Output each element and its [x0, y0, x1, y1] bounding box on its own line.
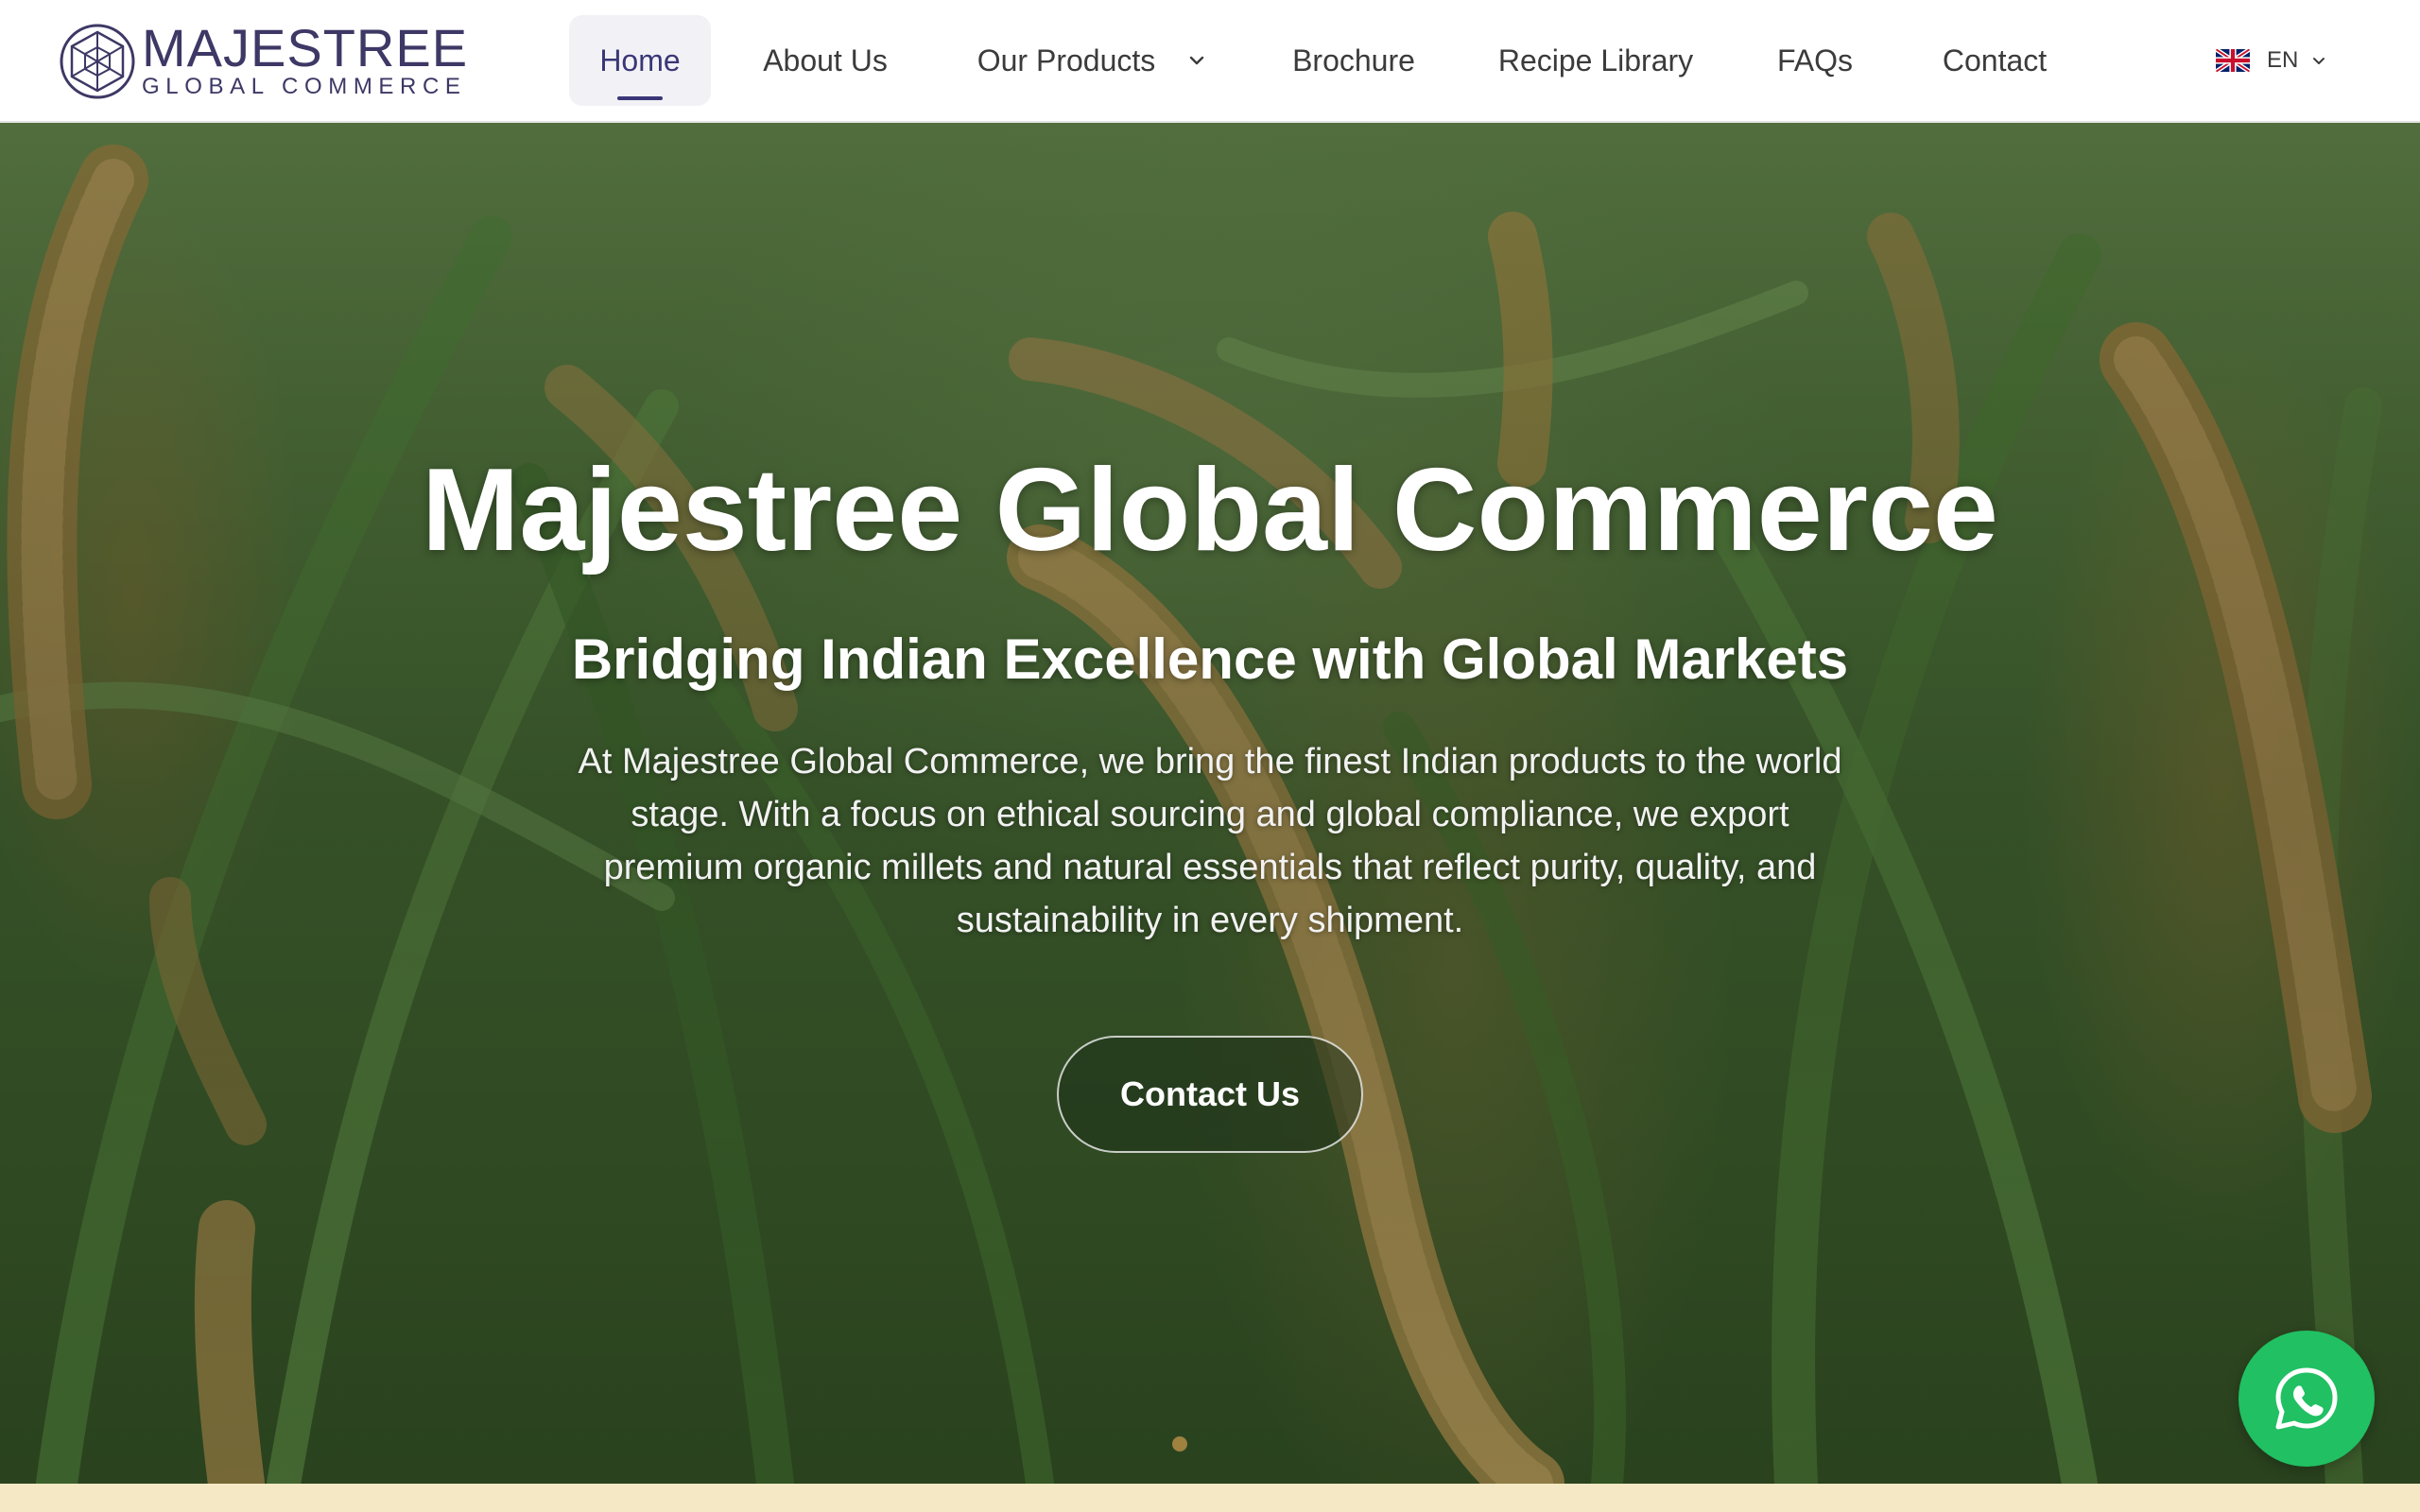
nav-item-label: Recipe Library [1497, 43, 1694, 77]
nav-item-label: Contact [1942, 43, 2048, 77]
language-selector[interactable]: EN [2216, 43, 2326, 77]
nav-item-label: Brochure [1292, 43, 1415, 77]
next-section-strip [0, 1484, 2420, 1512]
site-header: MAJESTREE GLOBAL COMMERCE Home About Us … [0, 0, 2420, 123]
carousel-dot[interactable] [1172, 1436, 1187, 1452]
hexagon-cube-logo-icon [60, 24, 135, 99]
language-code: EN [2267, 47, 2299, 73]
nav-item-contact[interactable]: Contact [1928, 15, 2061, 106]
brand-name: MAJESTREE [142, 18, 469, 77]
uk-flag-icon [2216, 48, 2250, 73]
nav-item-label: FAQs [1776, 43, 1853, 77]
hero-title: Majestree Global Commerce [422, 445, 1998, 576]
hero-section: Majestree Global Commerce Bridging India… [0, 123, 2420, 1484]
nav-item-about-us[interactable]: About Us [747, 15, 904, 106]
contact-us-button[interactable]: Contact Us [1057, 1036, 1363, 1153]
nav-item-label: Home [599, 43, 681, 77]
active-indicator [617, 96, 663, 100]
nav-item-recipe-library[interactable]: Recipe Library [1484, 15, 1707, 106]
nav-item-faqs[interactable]: FAQs [1766, 15, 1864, 106]
chevron-down-icon [1190, 56, 1204, 65]
nav-item-label: Our Products [977, 43, 1156, 77]
brand-tagline: GLOBAL COMMERCE [142, 74, 467, 99]
hero-subtitle: Bridging Indian Excellence with Global M… [571, 627, 1849, 691]
chevron-down-icon [2313, 58, 2325, 64]
whatsapp-button[interactable] [2238, 1331, 2375, 1467]
nav-item-brochure[interactable]: Brochure [1280, 15, 1427, 106]
hero-description: At Majestree Global Commerce, we bring t… [578, 742, 1842, 940]
whatsapp-icon [2275, 1367, 2338, 1430]
nav-item-home[interactable]: Home [569, 15, 711, 106]
brand-logo[interactable]: MAJESTREE GLOBAL COMMERCE [59, 21, 467, 102]
nav-item-our-products[interactable]: Our Products [955, 15, 1229, 106]
nav-item-label: About Us [763, 43, 888, 77]
